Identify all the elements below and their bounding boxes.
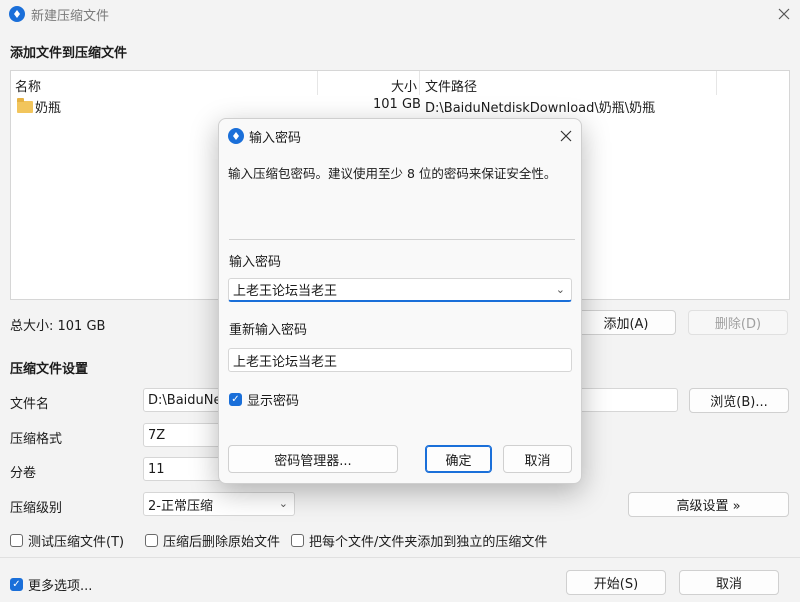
- chevron-down-icon[interactable]: ⌄: [556, 282, 565, 295]
- dialog-description: 输入压缩包密码。建议使用至少 8 位的密码来保证安全性。: [228, 166, 557, 181]
- file-name: 奶瓶: [35, 101, 62, 116]
- delete-after-label: 压缩后删除原始文件: [163, 535, 281, 550]
- window-title: 新建压缩文件: [31, 9, 110, 24]
- format-label: 压缩格式: [10, 432, 63, 447]
- settings-section-heading: 压缩文件设置: [10, 362, 89, 377]
- level-select[interactable]: 2-正常压缩 ⌄: [143, 492, 295, 516]
- volume-label: 分卷: [10, 466, 37, 481]
- separate-archives-label: 把每个文件/文件夹添加到独立的压缩文件: [309, 535, 548, 550]
- test-archive-checkbox[interactable]: 测试压缩文件(T): [10, 531, 124, 550]
- file-path: D:\BaiduNetdiskDownload\奶瓶\奶瓶: [425, 101, 656, 116]
- reenter-password-value: 上老王论坛当老王: [233, 354, 338, 370]
- checkmark-icon[interactable]: ✓: [229, 393, 242, 406]
- column-header-path[interactable]: 文件路径: [425, 76, 477, 95]
- checkbox-box[interactable]: [10, 534, 23, 547]
- dialog-close-icon[interactable]: [552, 124, 580, 148]
- test-archive-label: 测试压缩文件(T): [28, 535, 125, 550]
- total-size: 总大小: 101 GB: [10, 319, 106, 334]
- column-header-size[interactable]: 大小: [391, 76, 417, 95]
- separate-archives-checkbox[interactable]: 把每个文件/文件夹添加到独立的压缩文件: [291, 531, 547, 550]
- format-value: 7Z: [148, 427, 166, 443]
- title-bar: 新建压缩文件: [0, 0, 800, 30]
- cancel-button[interactable]: 取消: [679, 570, 779, 595]
- app-logo-icon: [9, 6, 25, 22]
- file-size: 101 GB: [373, 97, 421, 112]
- ok-button[interactable]: 确定: [425, 445, 492, 473]
- show-password-checkbox[interactable]: ✓ 显示密码: [229, 390, 299, 409]
- dialog-cancel-button[interactable]: 取消: [503, 445, 572, 473]
- dialog-divider: [229, 239, 575, 240]
- dialog-title: 输入密码: [249, 131, 302, 146]
- checkbox-box[interactable]: [291, 534, 304, 547]
- reenter-password-label: 重新输入密码: [229, 323, 308, 338]
- checkmark-icon[interactable]: ✓: [10, 578, 23, 591]
- filename-value: D:\BaiduNet: [148, 392, 227, 408]
- filename-label: 文件名: [10, 397, 50, 412]
- show-password-label: 显示密码: [247, 394, 300, 409]
- start-button[interactable]: 开始(S): [566, 570, 666, 595]
- delete-after-checkbox[interactable]: 压缩后删除原始文件: [145, 531, 280, 550]
- password-manager-button[interactable]: 密码管理器...: [228, 445, 398, 473]
- advanced-settings-button[interactable]: 高级设置 »: [628, 492, 789, 517]
- password-input[interactable]: 上老王论坛当老王 ⌄: [228, 278, 572, 302]
- checkbox-box[interactable]: [145, 534, 158, 547]
- password-dialog: 输入密码 输入压缩包密码。建议使用至少 8 位的密码来保证安全性。 输入密码 上…: [218, 118, 582, 484]
- folder-icon: [17, 98, 33, 113]
- volume-value: 11: [148, 461, 165, 477]
- more-options-label: 更多选项...: [28, 579, 93, 594]
- level-label: 压缩级别: [10, 501, 63, 516]
- delete-button[interactable]: 删除(D): [688, 310, 788, 335]
- dialog-logo-icon: [228, 128, 244, 144]
- browse-button[interactable]: 浏览(B)...: [689, 388, 789, 413]
- reenter-password-input[interactable]: 上老王论坛当老王: [228, 348, 572, 372]
- password-label: 输入密码: [229, 255, 282, 270]
- chevron-down-icon: ⌄: [278, 496, 288, 510]
- level-value: 2-正常压缩: [148, 498, 213, 514]
- table-row[interactable]: 奶瓶 101 GB D:\BaiduNetdiskDownload\奶瓶\奶瓶: [11, 95, 789, 117]
- window-close-icon[interactable]: [770, 2, 798, 26]
- add-button[interactable]: 添加(A): [576, 310, 676, 335]
- footer-divider: [0, 557, 800, 558]
- password-value: 上老王论坛当老王: [233, 284, 338, 299]
- more-options-checkbox[interactable]: ✓ 更多选项...: [10, 575, 92, 594]
- files-section-heading: 添加文件到压缩文件: [10, 46, 128, 61]
- column-header-name[interactable]: 名称: [15, 76, 41, 95]
